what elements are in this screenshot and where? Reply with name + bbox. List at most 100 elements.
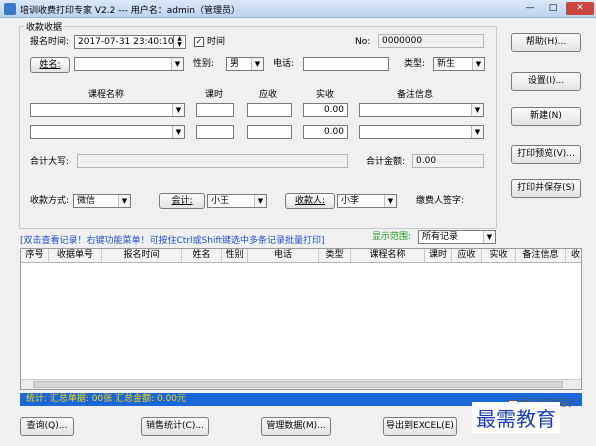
type-combo[interactable]: 新生 ▼ [433,57,485,71]
total-amount-label: 合计金额: [366,157,406,167]
payee-combo[interactable]: 小李 ▼ [337,194,397,208]
col-header[interactable]: 收据单号 [49,249,102,263]
scrollbar-thumb[interactable] [33,381,563,388]
chevron-down-icon: ▼ [384,195,396,207]
paymethod-label: 收款方式: [30,196,70,206]
col-header[interactable]: 姓名 [182,249,222,263]
due-header: 应收 [259,90,278,100]
col-header[interactable]: 备注信息 [516,249,566,263]
no-field: 0000000 [378,34,484,48]
col-header[interactable]: 课程名称 [351,249,425,263]
col-header[interactable]: 应收 [452,249,482,263]
note-combo-1[interactable]: ▼ [359,103,484,117]
note-combo-2[interactable]: ▼ [359,125,484,139]
app-icon [4,3,16,15]
time-checkbox-label: 时间 [207,37,226,47]
col-header[interactable]: 实收 [482,249,516,263]
help-button[interactable]: 帮助(H)... [511,33,581,52]
course-combo-1[interactable]: ▼ [30,103,185,117]
chevron-down-icon: ▼ [471,104,483,116]
col-header[interactable]: 类型 [319,249,351,263]
close-button[interactable]: ✕ [566,2,594,15]
chevron-down-icon: ▼ [472,58,484,70]
no-label: No: [355,37,371,47]
manage-data-button[interactable]: 管理数据(M)... [261,417,331,436]
chevron-down-icon: ▼ [254,195,266,207]
print-preview-button[interactable]: 打印预览(V)... [511,145,581,164]
phone-field[interactable] [303,57,389,71]
name-combo[interactable]: ▼ [74,57,184,71]
accountant-button[interactable]: 会计: [159,193,205,209]
range-combo[interactable]: 所有记录 ▼ [418,230,496,244]
gender-value: 男 [230,59,240,69]
settings-button[interactable]: 设置(I)... [511,72,581,91]
watermark-logo: 最需教育 [472,402,560,433]
range-value: 所有记录 [422,232,459,242]
hours-field-1[interactable] [196,103,234,117]
paid-value-2: 0.00 [323,127,344,137]
date-field[interactable]: 2017-07-31 23:40:10 [74,35,186,49]
accountant-combo[interactable]: 小王 ▼ [207,194,267,208]
accountant-value: 小王 [211,196,230,206]
print-save-button[interactable]: 打印并保存(S) [511,179,581,198]
maximize-button[interactable]: □ [543,2,563,15]
chevron-down-icon: ▼ [471,126,483,138]
date-value: 2017-07-31 23:40:10 [78,37,174,47]
query-button[interactable]: 查询(Q)... [20,417,74,436]
paid-value-1: 0.00 [323,105,344,115]
records-table-header: 序号 收据单号 报名时间 姓名 性别 电话 类型 课程名称 课时 应收 实收 备… [21,249,581,263]
new-button[interactable]: 新建(N) [511,107,581,126]
app-window: 培训收费打印专家 V2.2 --- 用户名：admin（管理员） — □ ✕ 收… [0,0,596,446]
due-field-1[interactable] [247,103,292,117]
col-header[interactable]: 收 [566,249,581,263]
due-field-2[interactable] [247,125,292,139]
note-header: 备注信息 [397,90,434,100]
chevron-down-icon: ▼ [172,104,184,116]
date-label: 报名时间: [30,37,70,47]
payee-value: 小李 [341,196,360,206]
col-header[interactable]: 性别 [222,249,248,263]
chevron-down-icon: ▼ [118,195,130,207]
total-amount-value: 0.00 [416,156,437,166]
col-header[interactable]: 课时 [425,249,452,263]
gender-combo[interactable]: 男 ▼ [226,57,264,71]
chevron-down-icon: ▼ [251,58,263,70]
phone-label: 电话: [273,59,295,69]
paid-field-1[interactable]: 0.00 [303,103,348,117]
receipt-group-title: 收款收据 [24,20,65,33]
col-header[interactable]: 序号 [21,249,49,263]
chevron-down-icon: ▼ [172,126,184,138]
type-value: 新生 [437,59,456,69]
payee-button[interactable]: 收款人: [285,193,335,209]
paymethod-combo[interactable]: 微信 ▼ [73,194,131,208]
hours-field-2[interactable] [196,125,234,139]
sales-stats-button[interactable]: 销售统计(C)... [141,417,209,436]
total-amount-field: 0.00 [412,154,484,168]
horizontal-scrollbar[interactable] [21,379,581,389]
col-header[interactable]: 报名时间 [102,249,182,263]
window-title: 培训收费打印专家 V2.2 --- 用户名：admin（管理员） [20,6,240,16]
paid-header: 实收 [316,90,335,100]
chevron-down-icon: ▼ [171,58,183,70]
minimize-button[interactable]: — [520,2,540,15]
col-header[interactable]: 电话 [248,249,319,263]
export-excel-button[interactable]: 导出到EXCEL(E) [383,417,457,436]
time-checkbox[interactable]: ✓ [194,37,204,47]
chevron-down-icon: ▼ [483,231,495,243]
course-name-header: 课程名称 [88,90,125,100]
list-hint: [双击查看记录！右键功能菜单！可按住Ctrl或Shift键选中多条记录批量打印] [20,236,325,246]
gender-label: 性别: [193,59,215,69]
course-combo-2[interactable]: ▼ [30,125,185,139]
name-button[interactable]: 姓名: [30,57,70,73]
paid-field-2[interactable]: 0.00 [303,125,348,139]
records-table[interactable]: 序号 收据单号 报名时间 姓名 性别 电话 类型 课程名称 课时 应收 实收 备… [20,248,582,390]
hours-header: 课时 [205,90,224,100]
range-label: 显示范围: [372,232,412,242]
no-value: 0000000 [382,36,423,46]
payer-sign-label: 缴费人签字: [416,196,465,206]
paymethod-value: 微信 [77,196,96,206]
total-upper-label: 合计大写: [30,157,70,167]
date-spinner[interactable]: ▲ ▼ [173,35,186,49]
title-bar: 培训收费打印专家 V2.2 --- 用户名：admin（管理员） — □ ✕ [0,0,596,18]
type-label: 类型: [404,59,426,69]
